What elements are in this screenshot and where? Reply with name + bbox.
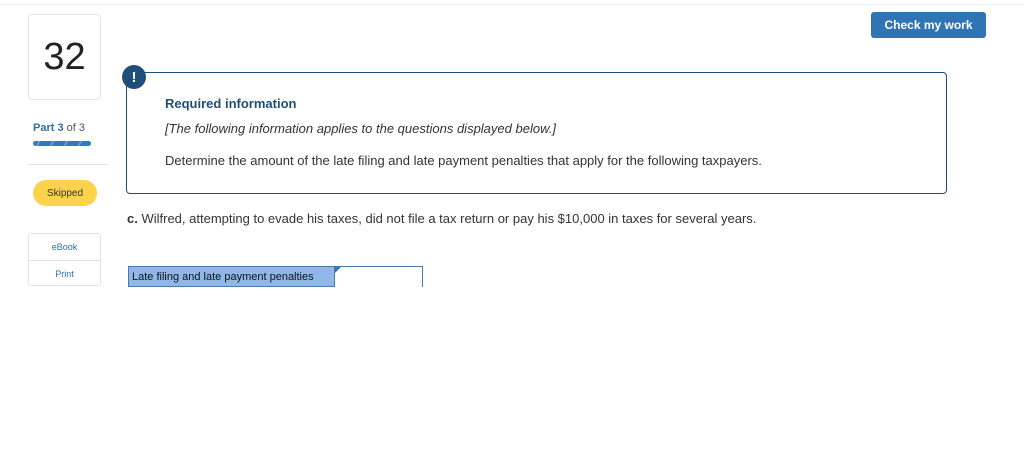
part-progress-bar	[33, 141, 91, 146]
question-number: 32	[28, 14, 101, 100]
required-information-note: [The following information applies to th…	[165, 121, 556, 136]
required-information-body: Determine the amount of the late filing …	[165, 153, 762, 168]
answer-row-label: Late filing and late payment penalties	[129, 267, 335, 286]
check-my-work-button[interactable]: Check my work	[871, 12, 986, 38]
penalties-input[interactable]	[335, 267, 422, 287]
alert-icon: !	[122, 65, 146, 89]
ebook-link[interactable]: eBook	[29, 234, 100, 260]
question-letter: c.	[127, 211, 138, 226]
answer-table: Late filing and late payment penalties	[128, 266, 423, 287]
part-progress-fill	[33, 141, 91, 146]
tools-panel: eBook Print	[28, 233, 101, 286]
required-information-title: Required information	[165, 96, 297, 111]
sidebar-divider	[28, 164, 108, 165]
part-indicator: Part 3 of 3	[33, 122, 85, 134]
part-label: Part	[33, 122, 55, 134]
question-prompt: c. Wilfred, attempting to evade his taxe…	[127, 211, 756, 226]
cell-flag-icon	[335, 267, 341, 273]
top-divider	[0, 4, 1024, 5]
print-link[interactable]: Print	[29, 260, 100, 286]
part-total: of 3	[66, 122, 86, 134]
status-badge: Skipped	[33, 180, 97, 206]
part-current: 3	[57, 122, 64, 134]
question-text: Wilfred, attempting to evade his taxes, …	[141, 211, 757, 226]
answer-cell	[335, 267, 422, 287]
